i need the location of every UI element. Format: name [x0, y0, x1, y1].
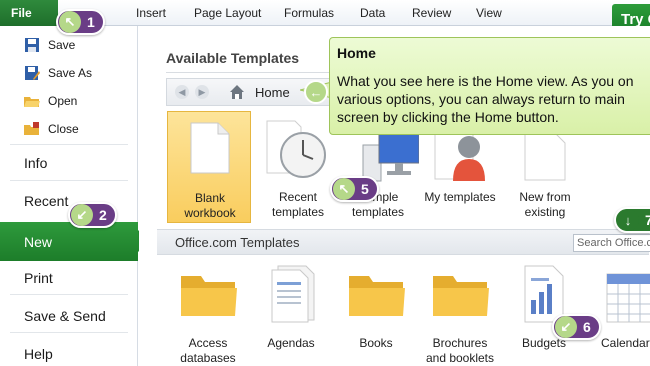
document-stack-icon — [268, 264, 318, 329]
step-badge-1: ↖ 1 — [56, 9, 105, 35]
close-folder-icon — [24, 122, 40, 136]
arrow-downleft-icon: ↙ — [555, 316, 577, 338]
tab-page-layout[interactable]: Page Layout — [194, 6, 261, 20]
folder-icon — [179, 270, 239, 325]
open-label: Open — [48, 94, 78, 108]
nav-save-send[interactable]: Save & Send — [24, 308, 106, 324]
forward-arrow-icon[interactable]: ▶ — [195, 85, 209, 99]
save-command[interactable]: Save — [24, 36, 75, 54]
folder-icon — [431, 270, 491, 325]
nav-divider — [10, 144, 128, 145]
step-badge-2: ↙ 2 — [68, 202, 117, 228]
document-icon — [524, 131, 566, 186]
tab-review[interactable]: Review — [412, 6, 451, 20]
step-badge-6: ↙ 6 — [552, 314, 601, 340]
search-office-input[interactable]: Search Office.com — [573, 234, 650, 252]
arrow-downleft-icon: ↙ — [71, 204, 93, 226]
home-icon[interactable] — [229, 84, 245, 105]
nav-print[interactable]: Print — [24, 270, 53, 286]
nav-new[interactable]: New — [0, 222, 149, 261]
office-templates-bar: Office.com Templates Search Office.com — [157, 229, 650, 255]
save-label: Save — [48, 38, 76, 52]
close-label: Close — [48, 122, 79, 136]
category-agendas[interactable]: Agendas — [246, 260, 336, 366]
category-label: Agendas — [267, 336, 315, 350]
recent-templates-label: Recent templates — [271, 190, 325, 219]
save-as-label: Save As — [48, 66, 93, 80]
nav-info[interactable]: Info — [24, 155, 47, 171]
tab-insert[interactable]: Insert — [136, 6, 166, 20]
my-templates-label: My templates — [424, 190, 496, 204]
save-as-icon — [24, 66, 40, 80]
tab-data[interactable]: Data — [360, 6, 385, 20]
backstage-nav: Save Save As Open Close Info Recent New … — [0, 26, 149, 366]
file-tab[interactable]: File — [0, 0, 58, 26]
category-brochures[interactable]: Brochures and booklets — [415, 260, 505, 366]
open-command[interactable]: Open — [24, 92, 77, 110]
callout-arrow-icon: ← — [304, 80, 328, 104]
nav-new-label: New — [24, 234, 53, 250]
close-command[interactable]: Close — [24, 120, 79, 138]
save-as-command[interactable]: Save As — [24, 64, 92, 82]
category-calendars[interactable]: Calendars — [583, 260, 650, 366]
category-label: Brochures and booklets — [425, 336, 495, 365]
nav-divider — [10, 180, 128, 181]
save-icon — [24, 38, 40, 52]
calendar-icon — [605, 270, 650, 329]
category-label: Access databases — [180, 336, 236, 365]
nav-help[interactable]: Help — [24, 346, 53, 362]
nav-recent[interactable]: Recent — [24, 193, 68, 209]
callout-title: Home — [337, 45, 376, 61]
arrow-down-icon: ↓ — [617, 209, 639, 231]
back-arrow-icon[interactable]: ◀ — [175, 85, 189, 99]
blank-workbook-tile[interactable]: Blank workbook — [167, 111, 251, 223]
category-access-databases[interactable]: Access databases — [163, 260, 253, 366]
arrow-upleft-icon: ↖ — [333, 178, 355, 200]
new-from-existing-label: New from existing — [519, 190, 571, 219]
callout-body: What you see here is the Home view. As y… — [337, 73, 634, 125]
home-button[interactable]: Home — [255, 85, 290, 100]
nav-divider — [10, 294, 128, 295]
tab-formulas[interactable]: Formulas — [284, 6, 334, 20]
blank-workbook-label: Blank workbook — [184, 191, 236, 220]
open-folder-icon — [24, 94, 40, 108]
arrow-upleft-icon: ↖ — [59, 11, 81, 33]
home-callout: Home What you see here is the Home view.… — [329, 37, 650, 135]
category-label: Books — [359, 336, 393, 350]
tab-view[interactable]: View — [476, 6, 502, 20]
folder-icon — [347, 270, 407, 325]
nav-divider — [10, 332, 128, 333]
category-budgets[interactable]: Budgets — [499, 260, 589, 366]
clock-icon — [261, 117, 331, 186]
available-templates-title: Available Templates — [166, 50, 300, 66]
step-badge-7: ↓ 7 — [614, 207, 650, 233]
blank-page-icon — [190, 122, 230, 179]
category-books[interactable]: Books — [331, 260, 421, 366]
step-badge-5: ↖ 5 — [330, 176, 379, 202]
office-templates-title: Office.com Templates — [175, 235, 300, 250]
